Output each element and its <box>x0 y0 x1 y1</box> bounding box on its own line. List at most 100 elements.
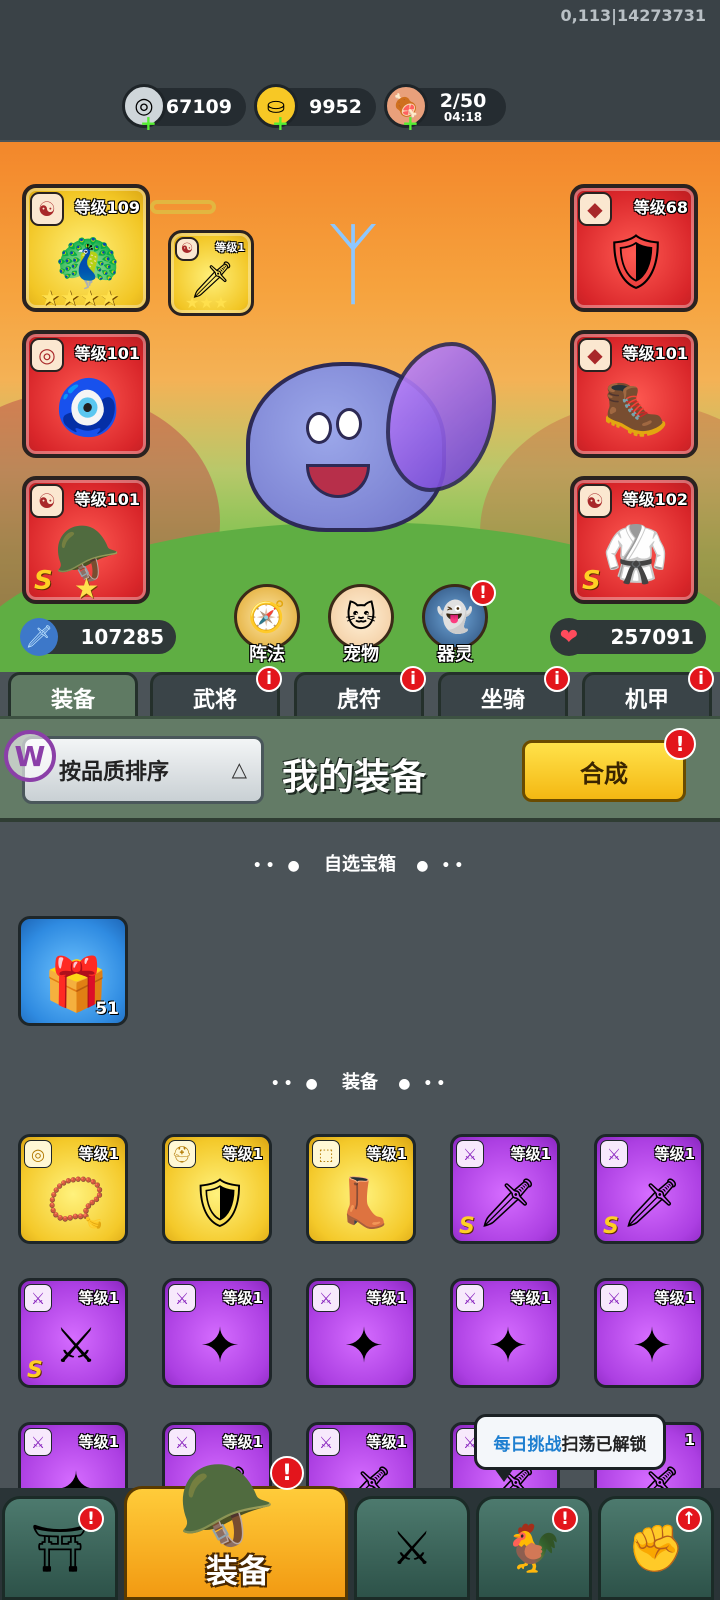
equipment-item[interactable]: ⚔ 等级1 ✦ <box>306 1278 416 1388</box>
grade-s-mark: S <box>582 566 601 596</box>
tooltip-text: 扫荡已解锁 <box>561 1434 647 1455</box>
alert-badge: ! <box>270 1456 304 1490</box>
nav-equipment-label: 装备 <box>206 1552 271 1590</box>
item-art-icon: 🛡 <box>189 1174 251 1231</box>
item-art-icon: ⚔ <box>54 1318 98 1374</box>
gold-value: 9952 <box>309 96 362 118</box>
item-art-icon: ✦ <box>343 1318 385 1374</box>
item-type-icon: ⚔ <box>24 1428 52 1456</box>
health-value: 257091 <box>610 625 695 649</box>
upgrade-arrow-icon: ↑ <box>676 1506 702 1532</box>
merge-label: 合成 <box>580 759 628 788</box>
add-gold-icon[interactable]: + <box>272 113 289 133</box>
heart-icon: ❤ <box>550 618 588 656</box>
grade-s-mark: S <box>27 1358 43 1383</box>
grade-s-mark: S <box>34 566 53 596</box>
equip-section-title: 装备 <box>342 1072 378 1093</box>
shop-gate-icon: ⛩ <box>30 1520 90 1575</box>
item-art-icon: 👢 <box>334 1174 394 1231</box>
slot-armor[interactable]: ◆ 等级68 🛡 <box>570 184 698 312</box>
grade-s-mark: S <box>603 1214 619 1239</box>
yin-yang-icon: ☯ <box>578 484 612 518</box>
armor-icon: ◆ <box>578 192 612 226</box>
hero-character[interactable]: ᛉ <box>236 212 506 552</box>
pet-cat-icon: 🐱 <box>345 599 377 635</box>
equipment-item[interactable]: ⚔ 等级1 ✦ <box>450 1278 560 1388</box>
triangle-up-icon: △ <box>231 757 247 781</box>
eye-icon <box>306 412 332 444</box>
item-level: 等级1 <box>366 1145 407 1163</box>
alert-badge: i <box>688 666 714 692</box>
dots-divider: ● •• <box>416 858 468 874</box>
sort-label: 按品质排序 <box>59 760 170 785</box>
item-art-icon: ✦ <box>631 1318 673 1374</box>
slot-boots[interactable]: ◆ 等级101 🥾 <box>570 330 698 458</box>
item-level: 等级1 <box>78 1433 119 1451</box>
item-type-icon: ⚔ <box>168 1284 196 1312</box>
equipment-item[interactable]: ◎ 等级1 📿 <box>18 1134 128 1244</box>
stamina-timer: 04:18 <box>443 110 483 124</box>
star-rating: ★★★ <box>185 293 229 312</box>
merge-button[interactable]: 合成 <box>522 740 686 802</box>
item-level: 等级1 <box>366 1433 407 1451</box>
equipment-item[interactable]: ⚔ 等级1 🗡 S <box>594 1134 704 1244</box>
amulet-icon: 🧿 <box>54 376 122 439</box>
slot-helmet[interactable]: ☯ 等级101 🪖 S ★ <box>22 476 150 605</box>
slot-robe[interactable]: ☯ 等级102 🥋 S <box>570 476 698 604</box>
item-art-icon: ✦ <box>199 1318 241 1374</box>
watermark-logo-icon: W <box>4 730 56 782</box>
battle-shield-icon: ⚔ <box>391 1521 433 1575</box>
silver-value: 67109 <box>165 96 232 118</box>
item-art-icon: 🗡 <box>621 1174 683 1231</box>
equipment-item[interactable]: ⛑ 等级1 🛡 <box>162 1134 272 1244</box>
item-type-icon: ◎ <box>24 1140 52 1168</box>
slot-talisman[interactable]: ☯ 等级109 🦚 ★★★★ <box>22 184 150 312</box>
item-level: 等级1 <box>654 1145 695 1163</box>
dots-divider: •• ● <box>252 858 304 874</box>
item-level: 等级1 <box>78 1145 119 1163</box>
item-level: 等级1 <box>510 1145 551 1163</box>
item-art-icon: 📿 <box>46 1174 106 1231</box>
daily-challenge-tooltip[interactable]: 每日挑战 扫荡已解锁 <box>474 1414 666 1470</box>
item-type-icon: ⚔ <box>312 1428 340 1456</box>
dots-divider: •• ● <box>270 1076 322 1092</box>
equipment-item[interactable]: ⚔ 等级1 ✦ <box>162 1278 272 1388</box>
yin-yang-icon: ☯ <box>30 484 64 518</box>
item-type-icon: ⛑ <box>168 1140 196 1168</box>
item-type-icon: ⚔ <box>24 1284 52 1312</box>
item-type-icon: ⬚ <box>312 1140 340 1168</box>
golden-boots-icon: 🥾 <box>602 376 670 439</box>
formation-label: 阵法 <box>249 644 285 665</box>
alert-badge: i <box>256 666 282 692</box>
sword-icon: 🗡 <box>20 618 58 656</box>
chest-section-heading: •• ● 自选宝箱 ● •• <box>0 850 720 876</box>
attack-value: 107285 <box>80 625 165 649</box>
equipment-item[interactable]: ⚔ 等级1 🗡 S <box>450 1134 560 1244</box>
tab-label: 武将 <box>192 687 237 713</box>
item-art-icon: 🗡 <box>477 1174 539 1231</box>
slot-necklace[interactable]: ◎ 等级101 🧿 <box>22 330 150 458</box>
grade-s-mark: S <box>459 1214 475 1239</box>
antler-icon: ᛉ <box>326 212 380 317</box>
tab-label: 装备 <box>50 687 95 713</box>
slot-sub-talisman[interactable]: ☯ 等级1 🗡 ★★★ <box>168 230 254 316</box>
equip-section-heading: •• ● 装备 ● •• <box>0 1068 720 1094</box>
dots-divider: ● •• <box>398 1076 450 1092</box>
item-level: 等级1 <box>654 1289 695 1307</box>
sort-dropdown[interactable]: 按品质排序 △ <box>22 736 264 804</box>
alert-badge: i <box>400 666 426 692</box>
equipment-item[interactable]: ⬚ 等级1 👢 <box>306 1134 416 1244</box>
debug-coords: 0,113|14273731 <box>560 6 706 25</box>
spirit-icon: 👻 <box>436 599 474 635</box>
equipment-item[interactable]: ⚔ 等级1 ✦ <box>594 1278 704 1388</box>
add-stamina-icon[interactable]: + <box>402 113 419 133</box>
pet-label: 宠物 <box>343 644 379 665</box>
nav-battle[interactable]: ⚔ <box>354 1496 470 1600</box>
add-silver-icon[interactable]: + <box>140 113 157 133</box>
tab-equipment[interactable]: 装备 <box>8 672 138 720</box>
item-level: 等级1 <box>366 1289 407 1307</box>
equipment-item[interactable]: ⚔ 等级1 ⚔ S <box>18 1278 128 1388</box>
item-level: 等级1 <box>222 1145 263 1163</box>
slot-level: 等级68 <box>633 198 688 217</box>
chest-item[interactable]: 🎁 51 <box>18 916 128 1026</box>
